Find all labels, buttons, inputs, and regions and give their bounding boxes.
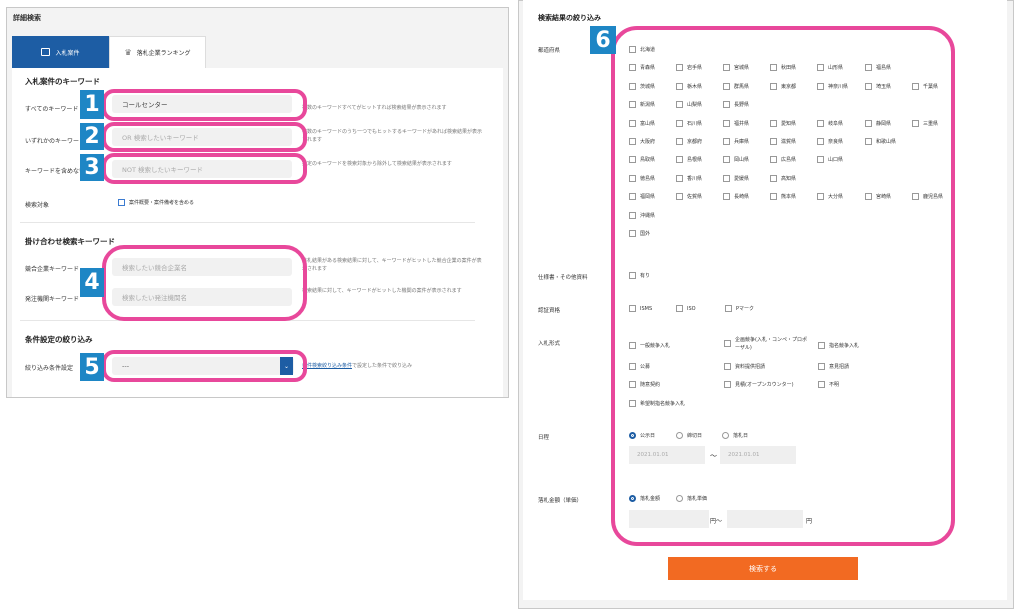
highlight-box-6	[611, 26, 955, 546]
tab-label: 落札企業ランキング	[136, 50, 191, 57]
date-label: 日程	[538, 435, 550, 441]
badge-2: 2	[80, 123, 104, 150]
help-text: 複数のキーワードのうち一つでもヒットするキーワードがあれば検索結果が表示されます	[302, 129, 483, 143]
badge-4: 4	[80, 268, 104, 297]
bid-label: 入札形式	[538, 341, 561, 347]
highlight-box-2	[102, 122, 307, 152]
cert-label: 認証資格	[538, 308, 561, 314]
option-label: 案件概要・案件備考を含める	[129, 200, 195, 206]
condition-help-text: で設定した条件で絞り込み	[352, 363, 413, 369]
badge-3: 3	[80, 154, 104, 181]
row-label: 競合企業キーワード	[25, 266, 80, 273]
filter-title: 検索結果の絞り込み	[538, 14, 601, 22]
highlight-box-1	[102, 89, 307, 121]
badge-5: 5	[80, 353, 104, 381]
highlight-box-3	[102, 153, 307, 184]
checkbox[interactable]	[118, 199, 125, 206]
highlight-box-5	[102, 350, 307, 382]
search-target-option[interactable]: 案件概要・案件備考を含める	[118, 199, 194, 206]
spec-label: 仕様書・その他資料	[538, 275, 588, 281]
badge-6: 6	[590, 26, 616, 54]
amount-label: 落札金額（単価）	[538, 498, 583, 504]
tab-ranking[interactable]: ♛ 落札企業ランキング	[109, 36, 206, 68]
help-text: 落札結果がある検索結果に対して、キーワードがヒットした競合企業の案件が表示されま…	[302, 258, 482, 272]
pref-label: 都道府県	[538, 48, 561, 54]
crown-icon: ♛	[124, 48, 132, 57]
search-button[interactable]: 検索する	[668, 557, 858, 580]
condition-section-heading: 条件設定の絞り込み	[25, 335, 93, 344]
help-text: 検索結果に対して、キーワードがヒットした機関の案件が表示されます	[302, 288, 462, 294]
document-icon	[41, 48, 51, 56]
panel-title: 詳細検索	[13, 14, 41, 22]
row-label: キーワードを含めない	[25, 168, 86, 175]
divider	[20, 222, 475, 223]
condition-link[interactable]: 条件検索絞り込み条件	[302, 363, 352, 369]
row-label: いずれかのキーワード	[25, 138, 86, 145]
badge-1: 1	[80, 90, 104, 119]
tab-label: 入札案件	[55, 49, 80, 57]
cross-section-heading: 掛け合わせ検索キーワード	[25, 237, 115, 246]
row-label: 発注機関キーワード	[25, 296, 80, 303]
condition-help: 条件検索絞り込み条件で設定した条件で絞り込み	[302, 362, 412, 370]
help-text: 指定のキーワードを検索対象から除外して検索結果が表示されます	[302, 161, 452, 167]
keyword-section-heading: 入札案件のキーワード	[25, 77, 100, 86]
tab-bid-cases[interactable]: 入札案件	[12, 36, 109, 68]
row-label: 絞り込み条件設定	[25, 365, 74, 372]
search-target-label: 検索対象	[25, 202, 50, 209]
highlight-box-4	[102, 245, 307, 321]
help-text: 複数のキーワードすべてがヒットすれば検索結果が表示されます	[302, 105, 447, 111]
row-label: すべてのキーワード	[25, 106, 79, 113]
